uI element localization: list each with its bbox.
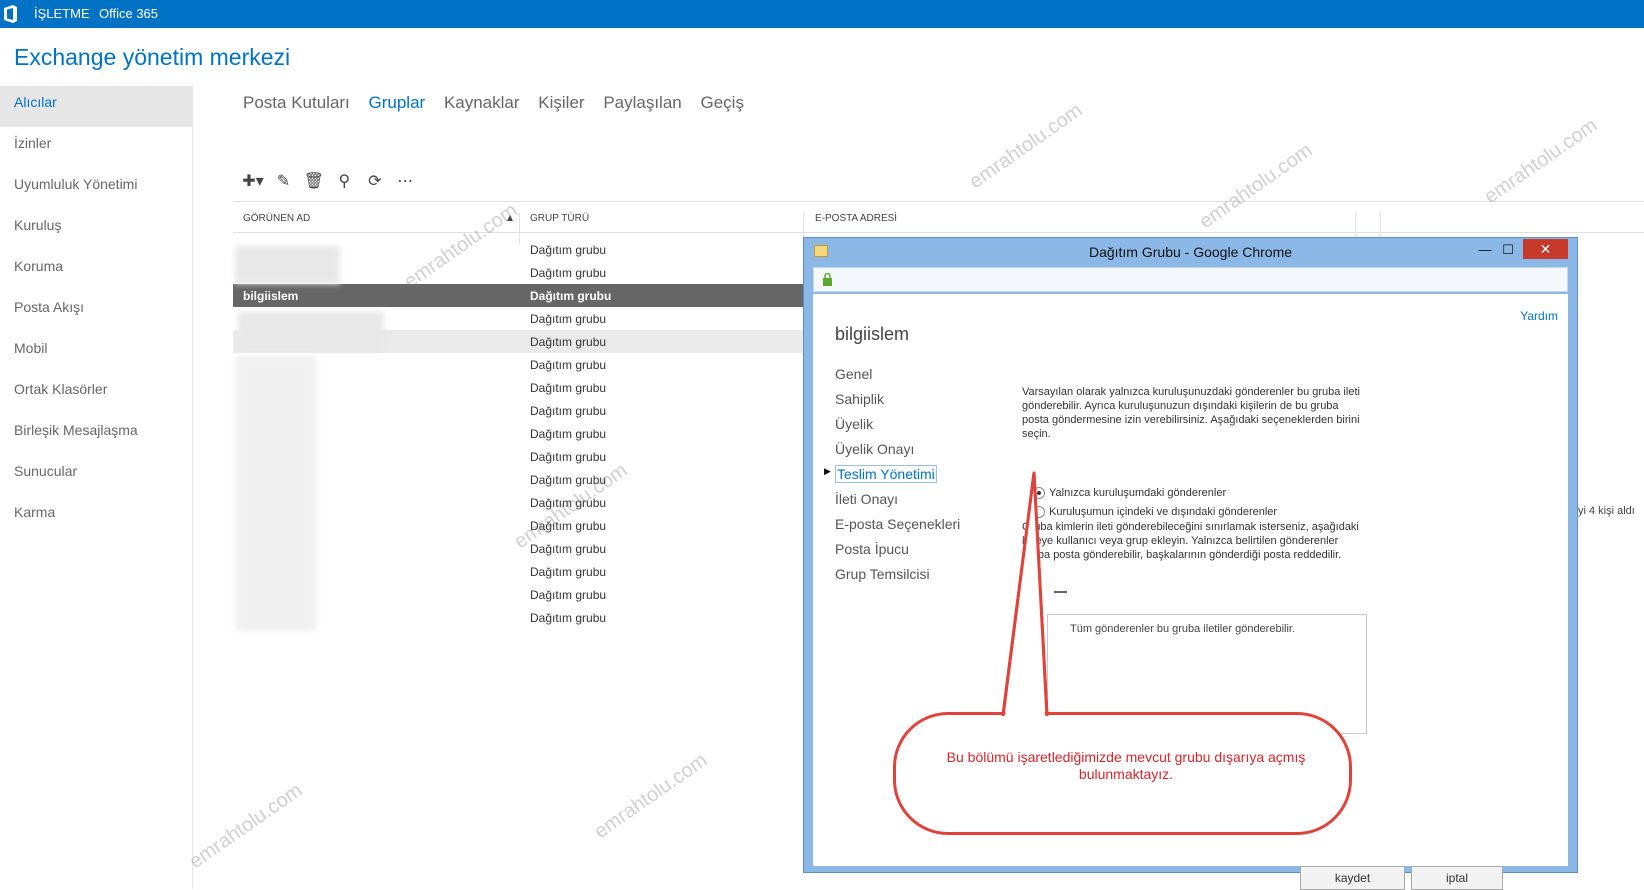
callout-pointer-cover [1001,471,1049,717]
